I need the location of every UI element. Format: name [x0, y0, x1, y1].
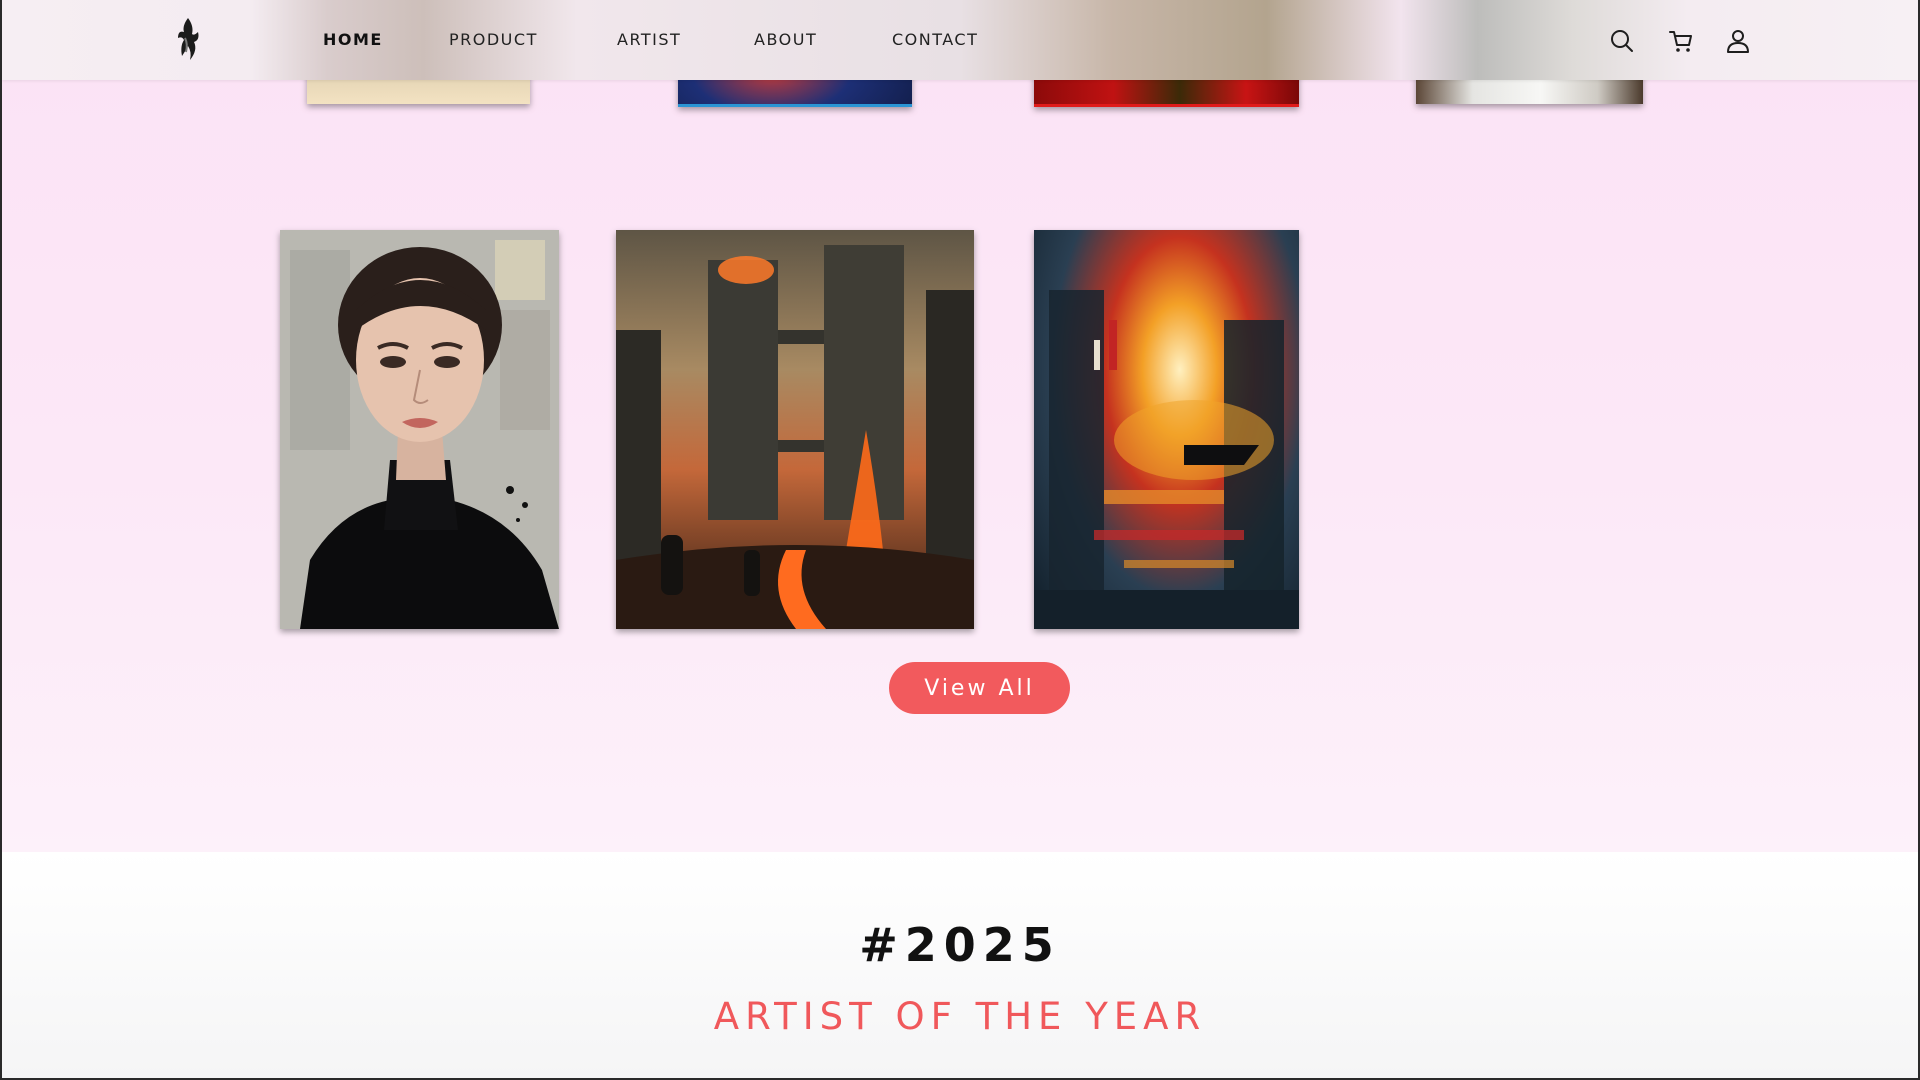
- artist-of-year-section: #2025 ARTIST OF THE YEAR: [2, 852, 1918, 1078]
- nav-contact[interactable]: CONTACT: [892, 30, 978, 49]
- view-all-button[interactable]: View All: [889, 662, 1070, 714]
- portrait-illustration: [280, 230, 559, 629]
- nav-artist[interactable]: ARTIST: [617, 30, 681, 49]
- nav-product[interactable]: PRODUCT: [449, 30, 538, 49]
- nav-home[interactable]: HOME: [323, 30, 383, 49]
- cart-icon[interactable]: [1668, 28, 1694, 54]
- site-header: HOME PRODUCT ARTIST ABOUT CONTACT: [2, 0, 1918, 80]
- artist-year-heading: #2025: [859, 918, 1061, 972]
- search-icon-glyph: [1611, 30, 1633, 52]
- cart-icon-glyph: [1669, 31, 1692, 52]
- artwork-burning-city[interactable]: [616, 230, 974, 629]
- page: View All #2025 ARTIST OF THE YEAR HOME P…: [0, 0, 1920, 1080]
- search-icon[interactable]: [1609, 28, 1635, 54]
- user-icon-glyph: [1727, 30, 1749, 53]
- gallery-section: View All: [2, 0, 1918, 852]
- artwork-abstract-city[interactable]: [1034, 230, 1299, 629]
- nav-about[interactable]: ABOUT: [754, 30, 817, 49]
- burning-city-illustration: [616, 230, 974, 629]
- artist-of-year-subtitle: ARTIST OF THE YEAR: [713, 995, 1207, 1038]
- brand-logo-icon[interactable]: [172, 16, 202, 62]
- abstract-city-illustration: [1034, 290, 1299, 629]
- user-icon[interactable]: [1725, 28, 1751, 54]
- logo-flame-figure-icon: [178, 18, 199, 60]
- artwork-portrait-woman[interactable]: [280, 230, 559, 629]
